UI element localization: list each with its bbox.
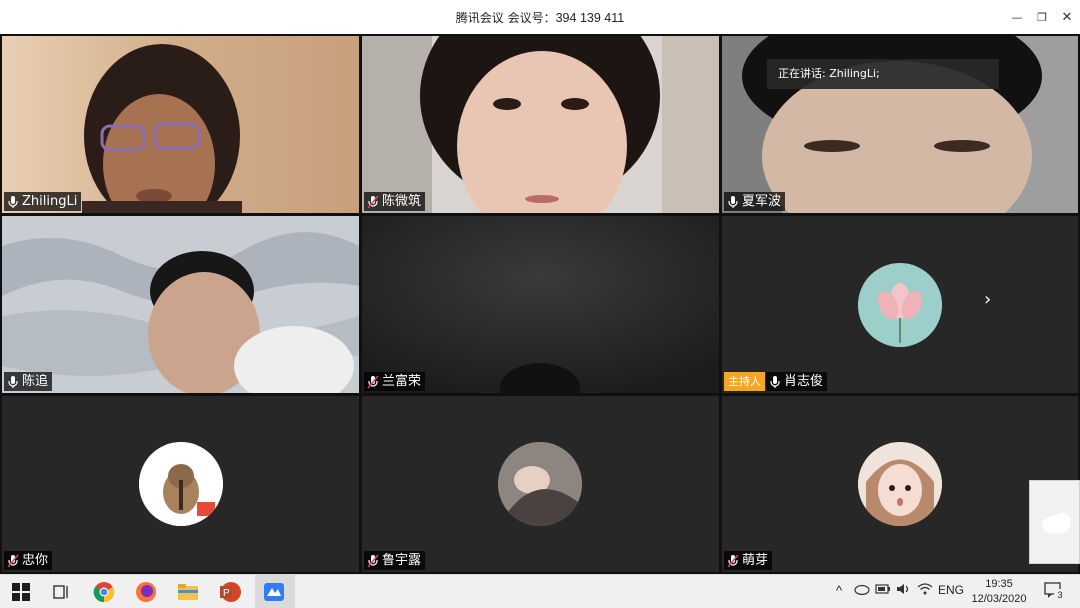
- participant-name-tag: 陈追: [4, 372, 53, 391]
- participant-video: [2, 216, 359, 393]
- microphone-icon: [8, 195, 18, 208]
- participant-video: [2, 36, 359, 213]
- participant-name-tag: 萌芽: [724, 551, 773, 570]
- meeting-title-prefix: 腾讯会议 会议号：: [455, 11, 556, 25]
- participant-name: ZhilingLi: [22, 194, 78, 209]
- participant-name: 忠你: [22, 553, 49, 568]
- microphone-muted-icon: [367, 374, 379, 389]
- participant-name-tag: 夏军波: [724, 192, 786, 211]
- file-explorer-icon[interactable]: [176, 580, 200, 604]
- video-tile[interactable]: 主持人 肖志俊: [722, 216, 1078, 393]
- avatar: [858, 442, 942, 526]
- speaking-indicator: 正在讲话: ZhilingLi;: [767, 59, 999, 89]
- firefox-icon[interactable]: [134, 580, 158, 604]
- avatar: [858, 263, 942, 347]
- video-tile[interactable]: ZhilingLi: [2, 36, 359, 213]
- input-language[interactable]: ENG: [938, 583, 964, 597]
- avatar: [139, 442, 223, 526]
- taskbar: P ^ ENG 19:35 12/03/2020 3: [0, 574, 1080, 608]
- participant-name-tag: ZhilingLi: [4, 192, 82, 211]
- host-badge: 主持人: [724, 372, 765, 391]
- window-title: 腾讯会议 会议号：394 139 411: [0, 9, 1080, 26]
- video-tile[interactable]: 陈追: [2, 216, 359, 393]
- microphone-icon: [8, 375, 18, 388]
- meeting-id: 394 139 411: [555, 11, 625, 25]
- close-button[interactable]: ✕: [1050, 0, 1080, 34]
- volume-icon[interactable]: [896, 583, 912, 598]
- portrait-avatar-image: [498, 442, 582, 526]
- video-tile[interactable]: 萌芽: [722, 396, 1078, 572]
- system-clock[interactable]: 19:35 12/03/2020: [968, 577, 1030, 607]
- clock-date: 12/03/2020: [971, 593, 1027, 605]
- next-page-chevron-icon[interactable]: ›: [984, 290, 1000, 310]
- video-tile[interactable]: 兰富荣: [362, 216, 719, 393]
- participant-name: 陈微筑: [382, 194, 422, 209]
- microphone-icon: [728, 195, 738, 208]
- video-tile[interactable]: 陈微筑: [362, 36, 719, 213]
- video-tile[interactable]: 鲁宇露: [362, 396, 719, 572]
- participant-name-tag: 忠你: [4, 551, 53, 570]
- onedrive-icon[interactable]: [854, 583, 870, 598]
- participant-name: 肖志俊: [784, 374, 824, 389]
- chipmunk-avatar-image: [139, 442, 223, 526]
- windows-start-icon[interactable]: [9, 580, 33, 604]
- powerpoint-icon[interactable]: P: [218, 580, 242, 604]
- participant-video: [362, 36, 719, 213]
- video-grid: ZhilingLi 陈微筑 夏军波 陈追 兰富荣 主持人 肖志俊 忠你 鲁宇露 …: [0, 34, 1080, 574]
- microphone-icon: [770, 375, 780, 388]
- wifi-icon[interactable]: [917, 583, 933, 598]
- microphone-muted-icon: [367, 194, 379, 209]
- clock-time: 19:35: [985, 578, 1013, 590]
- lotus-avatar-image: [858, 263, 942, 347]
- video-tile[interactable]: 忠你: [2, 396, 359, 572]
- participant-video: [362, 216, 719, 393]
- participant-name-tag: 鲁宇露: [364, 551, 426, 570]
- avatar: [498, 442, 582, 526]
- title-bar: 腾讯会议 会议号：394 139 411 — ❐ ✕: [0, 0, 1080, 34]
- svg-text:P: P: [223, 588, 230, 599]
- tray-expand-chevron-icon[interactable]: ^: [836, 583, 842, 598]
- chrome-icon[interactable]: [92, 580, 116, 604]
- participant-name: 鲁宇露: [382, 553, 422, 568]
- microphone-muted-icon: [367, 553, 379, 568]
- participant-name: 萌芽: [742, 553, 769, 568]
- microphone-muted-icon: [7, 553, 19, 568]
- microphone-muted-icon: [727, 553, 739, 568]
- battery-icon[interactable]: [875, 583, 891, 598]
- task-view-icon[interactable]: [49, 580, 73, 604]
- floating-side-panel[interactable]: [1029, 480, 1080, 564]
- participant-name: 兰富荣: [382, 374, 422, 389]
- participant-name-tag: 陈微筑: [364, 192, 426, 211]
- girl-avatar-image: [858, 442, 942, 526]
- tencent-meeting-icon[interactable]: [262, 580, 286, 604]
- participant-name-tag: 肖志俊: [766, 372, 828, 391]
- participant-name: 陈追: [22, 374, 49, 389]
- cloud-icon: [1042, 513, 1071, 534]
- participant-name: 夏军波: [742, 194, 782, 209]
- notification-count-badge: 3: [1054, 589, 1066, 601]
- participant-name-tag: 兰富荣: [364, 372, 426, 391]
